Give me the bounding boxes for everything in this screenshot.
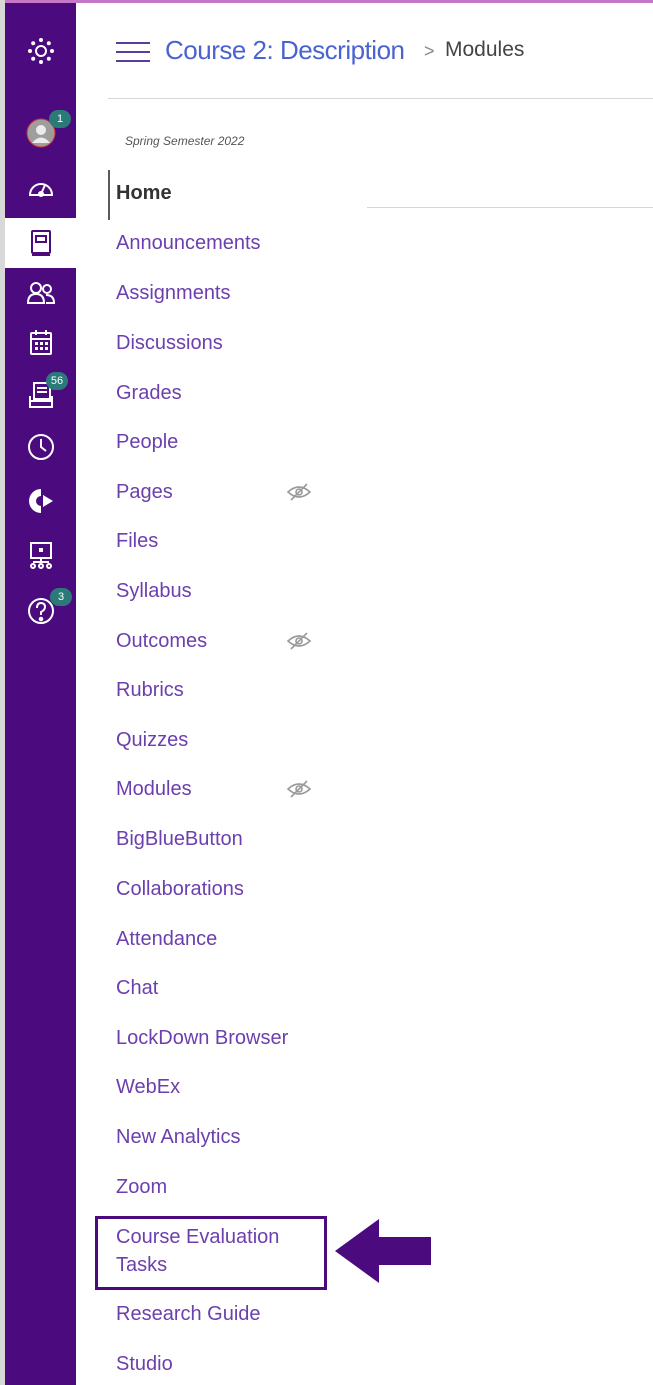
course-nav-zoom[interactable]: Zoom xyxy=(116,1175,167,1199)
hidden-eye-icon xyxy=(286,483,312,501)
courses-button[interactable] xyxy=(5,218,76,268)
course-nav-new-analytics[interactable]: New Analytics xyxy=(116,1125,241,1149)
account-button[interactable]: 1 xyxy=(5,108,76,158)
course-nav-grades[interactable]: Grades xyxy=(116,381,182,405)
header-divider xyxy=(108,98,653,99)
help-button[interactable]: 3 xyxy=(5,586,76,636)
hamburger-menu-button[interactable] xyxy=(116,40,150,64)
course-nav-home[interactable]: Home xyxy=(116,181,172,205)
hidden-eye-icon xyxy=(286,632,312,650)
course-title-link[interactable]: Course 2: Description xyxy=(165,35,405,66)
dashboard-button[interactable] xyxy=(5,163,76,213)
history-icon xyxy=(27,434,54,460)
course-nav-modules[interactable]: Modules xyxy=(116,777,192,801)
top-border xyxy=(0,0,653,3)
groups-icon xyxy=(26,282,55,304)
studio-button[interactable] xyxy=(5,530,76,580)
commons-button[interactable] xyxy=(5,476,76,526)
left-arrow-icon xyxy=(335,1219,431,1283)
global-navigation: 1 56 3 xyxy=(5,3,76,1385)
course-nav-assignments[interactable]: Assignments xyxy=(116,281,231,305)
groups-button[interactable] xyxy=(5,268,76,318)
course-nav-studio[interactable]: Studio xyxy=(116,1352,173,1376)
studio-icon xyxy=(29,542,52,569)
inbox-badge: 56 xyxy=(46,372,68,390)
breadcrumb-current: Modules xyxy=(445,38,525,61)
course-nav-discussions[interactable]: Discussions xyxy=(116,331,223,355)
history-button[interactable] xyxy=(5,422,76,472)
course-nav-chat[interactable]: Chat xyxy=(116,976,158,1000)
calendar-button[interactable] xyxy=(5,318,76,368)
hidden-eye-icon xyxy=(286,780,312,798)
canvas-logo-button[interactable] xyxy=(5,26,76,76)
help-badge: 3 xyxy=(50,588,72,606)
content-divider xyxy=(367,207,653,208)
course-nav-files[interactable]: Files xyxy=(116,529,158,553)
course-nav-rubrics[interactable]: Rubrics xyxy=(116,678,184,702)
course-nav-announcements[interactable]: Announcements xyxy=(116,231,261,255)
highlight-box xyxy=(95,1216,327,1290)
account-badge: 1 xyxy=(49,110,71,128)
dashboard-icon xyxy=(28,183,53,197)
course-nav-attendance[interactable]: Attendance xyxy=(116,927,217,951)
inbox-button[interactable]: 56 xyxy=(5,370,76,420)
course-nav-collaborations[interactable]: Collaborations xyxy=(116,877,244,901)
course-nav-webex[interactable]: WebEx xyxy=(116,1075,180,1099)
course-nav-people[interactable]: People xyxy=(116,430,178,454)
course-nav-pages[interactable]: Pages xyxy=(116,480,173,504)
commons-icon xyxy=(28,489,53,513)
canvas-logo-icon xyxy=(27,38,54,64)
course-nav-outcomes[interactable]: Outcomes xyxy=(116,629,207,653)
course-nav-bigbluebutton[interactable]: BigBlueButton xyxy=(116,827,243,851)
active-indicator xyxy=(108,170,110,220)
courses-icon xyxy=(30,230,51,256)
course-nav-syllabus[interactable]: Syllabus xyxy=(116,579,192,603)
course-nav-lockdown-browser[interactable]: LockDown Browser xyxy=(116,1026,288,1050)
calendar-icon xyxy=(29,330,52,355)
term-label: Spring Semester 2022 xyxy=(125,134,245,148)
breadcrumb-separator: > xyxy=(424,41,435,61)
course-nav-research-guide[interactable]: Research Guide xyxy=(116,1302,261,1326)
course-nav-quizzes[interactable]: Quizzes xyxy=(116,728,188,752)
